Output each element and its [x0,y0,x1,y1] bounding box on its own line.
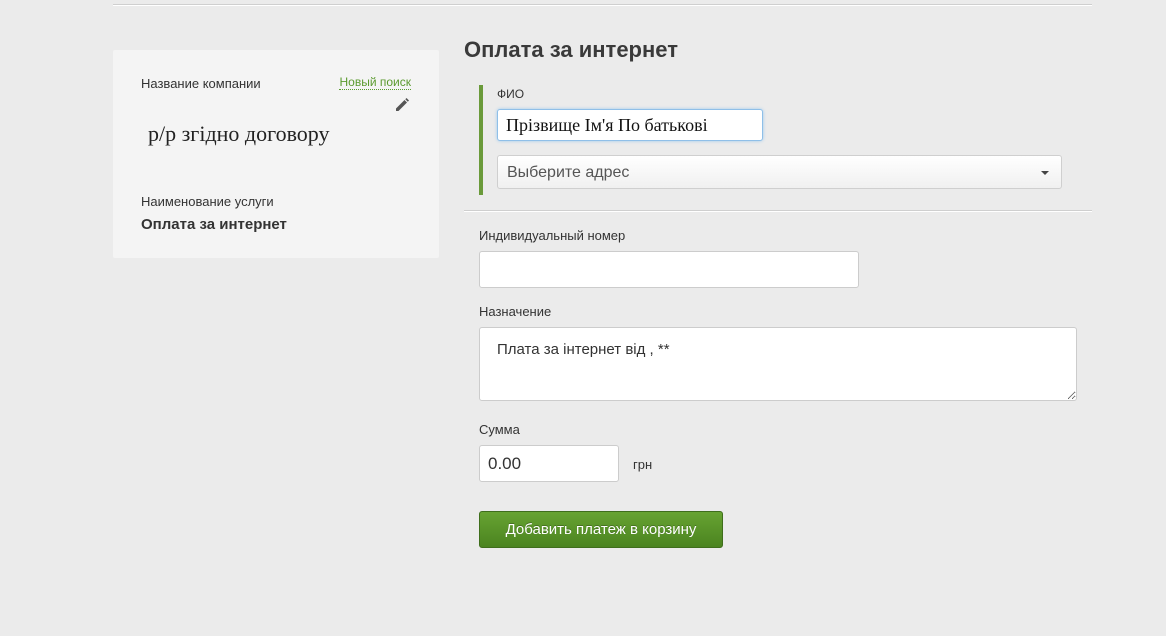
new-search-link[interactable]: Новый поиск [339,75,411,90]
fio-input[interactable] [497,109,763,141]
page-title: Оплата за интернет [464,37,678,62]
individual-number-label: Индивидуальный номер [479,228,626,243]
company-name-label: Название компании [141,76,261,91]
top-divider [113,4,1092,6]
service-name: Оплата за интернет [141,216,287,233]
address-select-value: Выберите адрес [507,164,630,181]
add-to-cart-button[interactable]: Добавить платеж в корзину [479,511,723,548]
company-name: р/р згідно договору [148,121,330,146]
currency-label: грн [633,457,653,472]
fio-label: ФИО [497,87,525,101]
amount-label: Сумма [479,422,520,437]
purpose-label: Назначение [479,304,552,319]
individual-number-input[interactable] [479,251,859,288]
purpose-textarea[interactable]: Плата за інтернет від , ** [479,327,1077,401]
chevron-down-icon [1041,171,1049,175]
address-select[interactable]: Выберите адрес [497,155,1062,189]
pencil-icon[interactable] [394,97,410,113]
form-divider [464,210,1092,212]
service-name-label: Наименование услуги [141,194,274,209]
service-summary-card: Название компании Новый поиск р/р згідно… [113,50,439,258]
fio-address-group: ФИО Выберите адрес [479,85,1073,195]
amount-input[interactable] [479,445,619,482]
